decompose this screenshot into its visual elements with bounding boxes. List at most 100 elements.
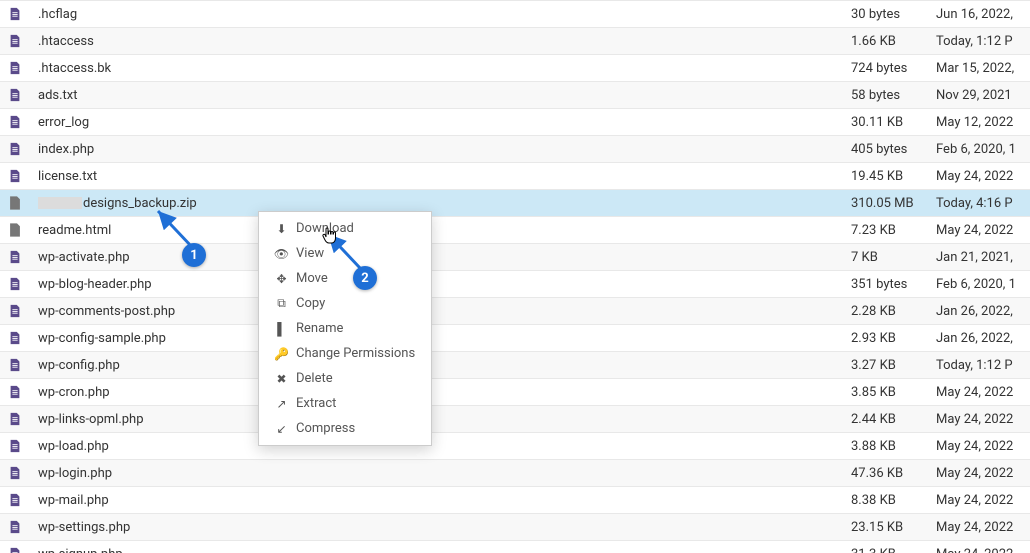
file-row[interactable]: wp-links-opml.php2.44 KBMay 24, 2022	[0, 406, 1030, 433]
file-size: 58 bytes	[850, 82, 935, 109]
file-row[interactable]: wp-activate.php7 KBJan 21, 2021,	[0, 244, 1030, 271]
file-zip-icon	[8, 196, 22, 211]
file-doc-icon	[8, 169, 22, 184]
file-row[interactable]: wp-settings.php23.15 KBMay 24, 2022	[0, 514, 1030, 541]
file-name[interactable]: .htaccess	[30, 28, 850, 55]
file-name[interactable]: ads.txt	[30, 82, 850, 109]
file-row[interactable]: .htaccess1.66 KBToday, 1:12 P	[0, 28, 1030, 55]
file-row[interactable]: designs_backup.zip310.05 MBToday, 4:16 P	[0, 190, 1030, 217]
file-row[interactable]: readme.html7.23 KBMay 24, 2022	[0, 217, 1030, 244]
file-size: 30.11 KB	[850, 109, 935, 136]
file-date: Today, 1:12 P	[935, 352, 1030, 379]
file-doc-icon	[8, 34, 22, 49]
file-date: Mar 15, 2022,	[935, 55, 1030, 82]
file-name[interactable]: wp-links-opml.php	[30, 406, 850, 433]
file-row[interactable]: wp-config-sample.php2.93 KBJan 26, 2022,	[0, 325, 1030, 352]
file-name[interactable]: readme.html	[30, 217, 850, 244]
file-row[interactable]: wp-login.php47.36 KBMay 24, 2022	[0, 460, 1030, 487]
file-date: May 24, 2022	[935, 406, 1030, 433]
file-size: 19.45 KB	[850, 163, 935, 190]
file-row[interactable]: wp-cron.php3.85 KBMay 24, 2022	[0, 379, 1030, 406]
file-name[interactable]: designs_backup.zip	[30, 190, 850, 217]
menu-item-download[interactable]: ⬇Download	[259, 216, 431, 241]
file-size: 3.27 KB	[850, 352, 935, 379]
file-date: Feb 6, 2020, 1	[935, 136, 1030, 163]
file-code-icon	[8, 223, 22, 238]
file-name[interactable]: wp-comments-post.php	[30, 298, 850, 325]
move-icon: ✥	[275, 272, 288, 286]
file-size: 47.36 KB	[850, 460, 935, 487]
file-row[interactable]: .htaccess.bk724 bytesMar 15, 2022,	[0, 55, 1030, 82]
file-doc-icon	[8, 412, 22, 427]
file-doc-icon	[8, 358, 22, 373]
file-size: 1.66 KB	[850, 28, 935, 55]
file-row[interactable]: wp-blog-header.php351 bytesFeb 6, 2020, …	[0, 271, 1030, 298]
file-doc-icon	[8, 61, 22, 76]
file-doc-icon	[8, 88, 22, 103]
file-name[interactable]: wp-mail.php	[30, 487, 850, 514]
file-name[interactable]: wp-config.php	[30, 352, 850, 379]
menu-item-compress[interactable]: ↙Compress	[259, 416, 431, 441]
file-date: May 24, 2022	[935, 163, 1030, 190]
file-size: 724 bytes	[850, 55, 935, 82]
file-size: 31.3 KB	[850, 541, 935, 553]
file-name[interactable]: license.txt	[30, 163, 850, 190]
file-name[interactable]: wp-cron.php	[30, 379, 850, 406]
file-date: Jan 26, 2022,	[935, 325, 1030, 352]
file-name[interactable]: index.php	[30, 136, 850, 163]
file-row[interactable]: .hcflag30 bytesJun 16, 2022,	[0, 1, 1030, 28]
file-name[interactable]: wp-login.php	[30, 460, 850, 487]
file-date: May 24, 2022	[935, 433, 1030, 460]
file-doc-icon	[8, 466, 22, 481]
file-row[interactable]: wp-load.php3.88 KBMay 24, 2022	[0, 433, 1030, 460]
eye-icon: 👁	[275, 247, 288, 261]
file-name[interactable]: .htaccess.bk	[30, 55, 850, 82]
menu-item-extract[interactable]: ↗Extract	[259, 391, 431, 416]
file-doc-icon	[8, 250, 22, 265]
file-doc-icon	[8, 331, 22, 346]
file-row[interactable]: index.php405 bytesFeb 6, 2020, 1	[0, 136, 1030, 163]
file-size: 8.38 KB	[850, 487, 935, 514]
file-doc-icon	[8, 439, 22, 454]
file-date: Feb 6, 2020, 1	[935, 271, 1030, 298]
menu-item-change-permissions[interactable]: 🔑Change Permissions	[259, 341, 431, 366]
file-doc-icon	[8, 547, 22, 553]
file-name[interactable]: .hcflag	[30, 1, 850, 28]
redacted-text	[38, 197, 82, 209]
file-date: May 24, 2022	[935, 217, 1030, 244]
file-size: 310.05 MB	[850, 190, 935, 217]
callout-2: 2	[353, 266, 377, 290]
menu-item-view[interactable]: 👁View	[259, 241, 431, 266]
file-row[interactable]: ads.txt58 bytesNov 29, 2021	[0, 82, 1030, 109]
file-name[interactable]: error_log	[30, 109, 850, 136]
menu-item-rename[interactable]: ▌Rename	[259, 316, 431, 341]
file-size: 7.23 KB	[850, 217, 935, 244]
file-name[interactable]: wp-settings.php	[30, 514, 850, 541]
key-icon: 🔑	[275, 347, 288, 361]
file-row[interactable]: wp-mail.php8.38 KBMay 24, 2022	[0, 487, 1030, 514]
file-size: 405 bytes	[850, 136, 935, 163]
file-name[interactable]: wp-activate.php	[30, 244, 850, 271]
file-date: Today, 4:16 P	[935, 190, 1030, 217]
menu-item-copy[interactable]: ⧉Copy	[259, 291, 431, 316]
file-size: 2.44 KB	[850, 406, 935, 433]
callout-1: 1	[182, 243, 206, 267]
file-row[interactable]: error_log30.11 KBMay 12, 2022	[0, 109, 1030, 136]
file-row[interactable]: wp-comments-post.php2.28 KBJan 26, 2022,	[0, 298, 1030, 325]
file-size: 3.85 KB	[850, 379, 935, 406]
file-size: 351 bytes	[850, 271, 935, 298]
file-date: May 24, 2022	[935, 541, 1030, 553]
file-row[interactable]: license.txt19.45 KBMay 24, 2022	[0, 163, 1030, 190]
file-row[interactable]: wp-signup.php31.3 KBMay 24, 2022	[0, 541, 1030, 553]
file-name[interactable]: wp-signup.php	[30, 541, 850, 553]
file-name[interactable]: wp-blog-header.php	[30, 271, 850, 298]
menu-item-move[interactable]: ✥Move	[259, 266, 431, 291]
compress-icon: ↙	[275, 422, 288, 436]
menu-item-delete[interactable]: ✖Delete	[259, 366, 431, 391]
file-name[interactable]: wp-config-sample.php	[30, 325, 850, 352]
file-name[interactable]: wp-load.php	[30, 433, 850, 460]
file-date: May 12, 2022	[935, 109, 1030, 136]
file-row[interactable]: wp-config.php3.27 KBToday, 1:12 P	[0, 352, 1030, 379]
file-date: Jan 21, 2021,	[935, 244, 1030, 271]
file-doc-icon	[8, 304, 22, 319]
